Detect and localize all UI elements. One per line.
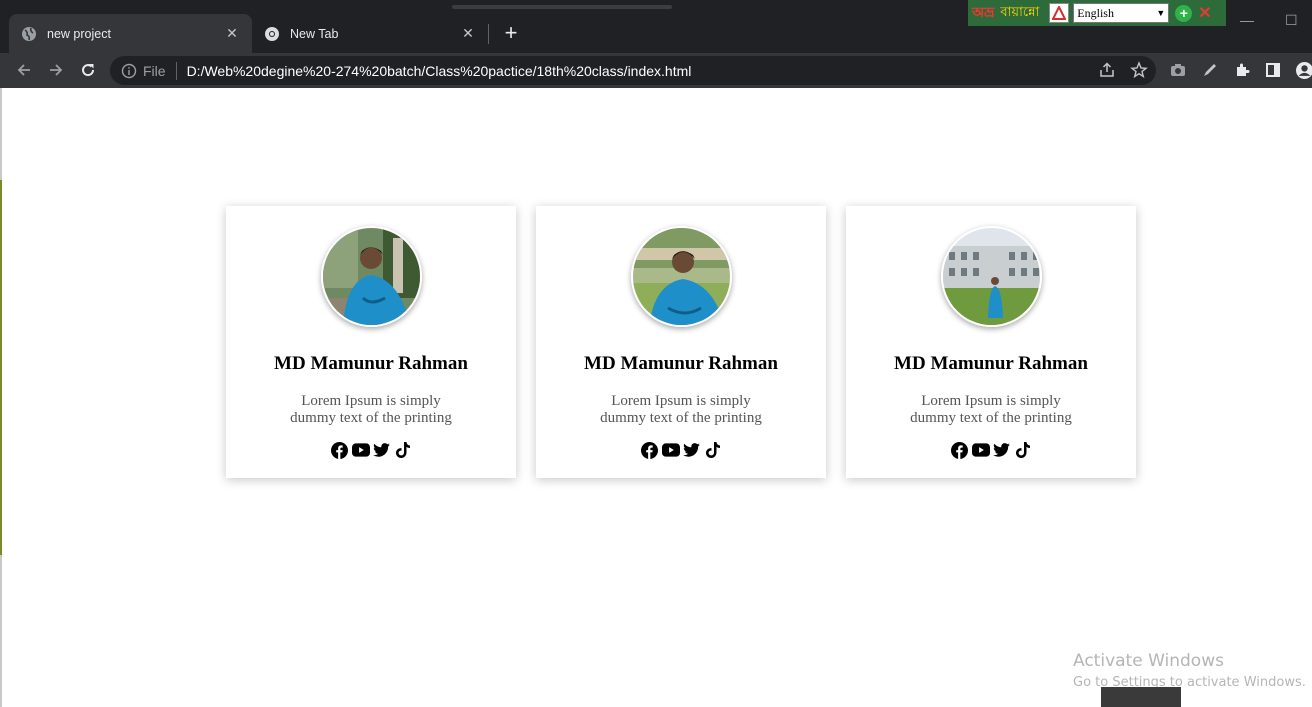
tab-title: new project [47,26,111,41]
reload-icon [82,64,95,77]
tiktok-icon[interactable] [1014,441,1032,459]
tab-strip: new project ✕ New Tab ✕ + অভ্র বায়ান্নো… [0,0,1312,53]
facebook-icon[interactable] [331,441,349,459]
plus-circle-icon[interactable]: + [1175,4,1193,22]
new-tab-button[interactable]: + [500,22,522,45]
youtube-icon[interactable] [971,441,990,459]
globe-icon [22,26,36,41]
profile-card: MD Mamunur Rahman Lorem Ipsum is simply … [846,206,1136,478]
omnibox-divider [175,61,177,80]
profile-card: MD Mamunur Rahman Lorem Ipsum is simply … [536,206,826,478]
activate-windows-watermark: Activate Windows Go to Settings to activ… [1073,651,1306,690]
social-links [951,441,1032,459]
profile-description: Lorem Ipsum is simply dummy text of the … [290,393,452,426]
extensions-icon[interactable] [1233,61,1251,79]
twitter-icon[interactable] [683,441,701,459]
facebook-icon[interactable] [951,441,969,459]
tiktok-icon[interactable] [704,441,722,459]
camera-icon[interactable] [1169,61,1187,79]
watermark-title: Activate Windows [1073,651,1224,671]
tab-title: New Tab [290,26,339,41]
youtube-icon[interactable] [351,441,370,459]
language-value: English [1077,5,1114,20]
close-icon[interactable]: ✕ [460,25,476,42]
tab-separator [488,24,489,44]
chrome-icon [265,26,279,41]
info-icon[interactable] [121,63,137,79]
social-links [641,441,722,459]
tab-search-handle [452,5,672,9]
reload-button[interactable] [77,59,99,81]
arrow-right-icon [50,64,63,76]
star-icon[interactable] [1130,61,1148,79]
facebook-icon[interactable] [641,441,659,459]
side-panel-icon[interactable] [1264,61,1282,79]
window-edge [0,88,2,707]
back-button[interactable] [13,59,35,81]
tab-new-project[interactable]: new project ✕ [9,14,252,53]
browser-toolbar: File D:/Web%20degine%20-274%20batch/Clas… [0,53,1312,88]
profile-photo-lawn [632,228,730,325]
twitter-icon[interactable] [373,441,391,459]
pen-icon[interactable] [1201,61,1219,79]
avatar [940,226,1042,327]
social-links [331,441,412,459]
arrow-left-icon [17,64,30,76]
taskbar-preview [1101,687,1181,707]
forward-button[interactable] [45,59,67,81]
youtube-icon[interactable] [661,441,680,459]
share-icon[interactable] [1098,61,1116,79]
avro-keyboard-bar: অভ্র বায়ান্নো English ▼ + ✕ [968,0,1226,26]
profile-cards: MD Mamunur Rahman Lorem Ipsum is simply … [226,206,1136,478]
url-text[interactable]: D:/Web%20degine%20-274%20batch/Class%20p… [187,63,692,79]
profile-description: Lorem Ipsum is simply dummy text of the … [910,393,1072,426]
close-icon[interactable]: ✕ [1198,3,1211,23]
adobe-icon[interactable] [1049,3,1070,23]
profile-card: MD Mamunur Rahman Lorem Ipsum is simply … [226,206,516,478]
scheme-label: File [143,62,166,79]
avro-label: বায়ান্নো [1000,4,1040,20]
avatar [320,226,422,327]
omnibox-actions [1098,61,1148,79]
avatar [630,226,732,327]
maximize-button[interactable]: ☐ [1285,12,1298,29]
address-bar[interactable]: File D:/Web%20degine%20-274%20batch/Clas… [110,56,1156,85]
profile-description: Lorem Ipsum is simply dummy text of the … [600,393,762,426]
minimize-button[interactable]: — [1240,12,1254,28]
close-icon[interactable]: ✕ [224,25,240,42]
chevron-down-icon: ▼ [1156,8,1166,18]
profile-icon[interactable] [1295,61,1312,79]
profile-name: MD Mamunur Rahman [894,353,1088,374]
profile-name: MD Mamunur Rahman [584,353,778,374]
avro-logo: অভ্র [972,5,995,21]
profile-photo-garden [322,228,420,325]
tab-new-tab[interactable]: New Tab ✕ [252,14,488,53]
tiktok-icon[interactable] [394,441,412,459]
profile-photo-building [942,228,1040,325]
language-select[interactable]: English ▼ [1073,3,1170,23]
profile-name: MD Mamunur Rahman [274,353,468,374]
twitter-icon[interactable] [993,441,1011,459]
